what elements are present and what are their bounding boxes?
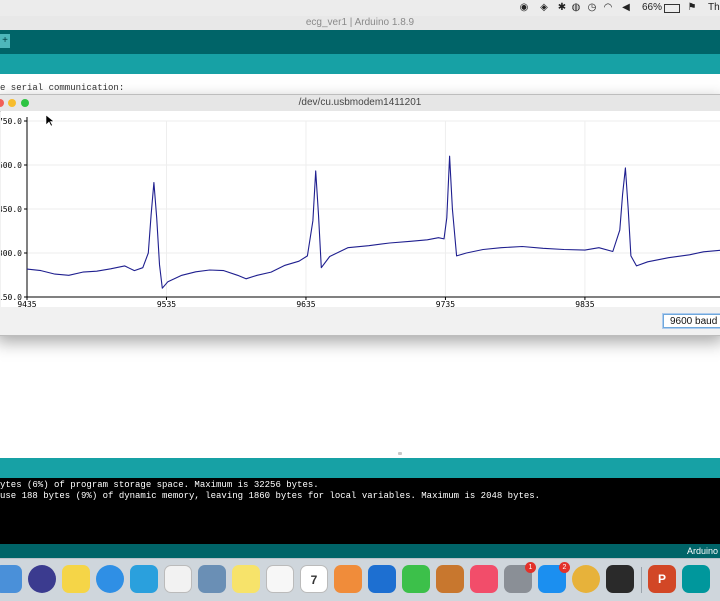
siri-menu-icon[interactable]: ◍ [570,2,582,13]
pane-divider-handle[interactable] [398,452,402,455]
editor-code-line: e serial communication: [0,83,125,93]
music-icon[interactable] [470,565,498,593]
ide-title-bar: ecg_ver1 | Arduino 1.8.9 [0,16,720,31]
finder-icon[interactable] [0,565,22,593]
ide-tab-bar [0,54,720,74]
calendar-icon[interactable]: 7 [300,565,328,593]
stickies-icon[interactable] [232,565,260,593]
onedrive-icon[interactable] [368,565,396,593]
plotter-footer: 9600 baud [0,307,720,335]
ide-message-bar [0,458,720,478]
shield-icon[interactable]: ◈ [538,2,550,13]
slack-icon[interactable] [164,565,192,593]
powerpoint-icon[interactable]: P [648,565,676,593]
console-line: ytes (6%) of program storage space. Maxi… [0,480,319,490]
safari-icon[interactable] [96,565,124,593]
x-tick-label: 9835 [575,300,594,307]
x-tick-label: 9735 [436,300,455,307]
console-line: use 188 bytes (9%) of dynamic memory, le… [0,491,541,501]
mouse-pointer-icon [45,114,55,127]
serial-plotter-window: /dev/cu.usbmodem1411201 150.0300.0450.06… [0,94,720,336]
chrome-icon[interactable] [572,565,600,593]
battery-icon[interactable] [664,4,680,13]
y-tick-label: 450.0 [1,205,22,214]
ide-window-title: ecg_ver1 | Arduino 1.8.9 [305,17,415,28]
time-machine-icon[interactable]: ◷ [586,2,598,13]
menu-bar: ◉ ◈ ✱ ◍ ◷ ◠ ◀ 66% ⚑ Th [0,0,720,17]
app-store-icon[interactable]: 2 [538,562,570,593]
wifi-icon[interactable]: ◠ [602,2,614,13]
flag-icon[interactable]: ⚑ [686,2,698,13]
add-tab-button[interactable]: + [0,34,10,48]
x-tick-label: 9435 [17,300,36,307]
ecg-series-line [26,155,720,289]
dock: 7 1 2 P [0,558,720,601]
board-label: Arduino [686,546,718,556]
facetime-icon[interactable] [402,565,430,593]
console-output: ytes (6%) of program storage space. Maxi… [0,478,720,544]
xcode-icon[interactable] [130,565,158,593]
y-tick-label: 300.0 [1,249,22,258]
photos-icon[interactable] [334,565,362,593]
plotter-title: /dev/cu.usbmodem1411201 [298,97,422,108]
record-icon[interactable]: ◉ [518,2,530,13]
y-tick-label: 600.0 [1,161,22,170]
arduino-icon[interactable] [682,565,710,593]
x-tick-label: 9635 [296,300,315,307]
plotter-title-bar: /dev/cu.usbmodem1411201 [0,95,720,112]
preview-icon[interactable] [198,565,226,593]
battery-percent: 66% [642,2,663,13]
system-preferences-icon[interactable]: 1 [504,562,536,593]
terminal-icon[interactable] [606,565,634,593]
volume-icon[interactable]: ◀ [620,2,632,13]
reminders-icon[interactable] [266,565,294,593]
plot-area: 150.0300.0450.0600.0750.0943595359635973… [1,111,720,307]
baud-rate-select[interactable]: 9600 baud [663,314,720,328]
clock[interactable]: Th [708,2,720,13]
notification-badge: 1 [525,562,536,573]
ide-status-bar: Arduino [0,544,720,558]
ide-toolbar: + [0,30,720,54]
garageband-icon[interactable] [436,565,464,593]
siri-icon[interactable] [28,565,56,593]
y-tick-label: 750.0 [1,117,22,126]
dock-separator [641,567,642,593]
ecg-plot: 150.0300.0450.0600.0750.0943595359635973… [1,114,720,307]
x-tick-label: 9535 [157,300,176,307]
notification-badge: 2 [559,562,570,573]
notes-icon[interactable] [62,565,90,593]
bluetooth-icon[interactable]: ✱ [556,2,568,13]
